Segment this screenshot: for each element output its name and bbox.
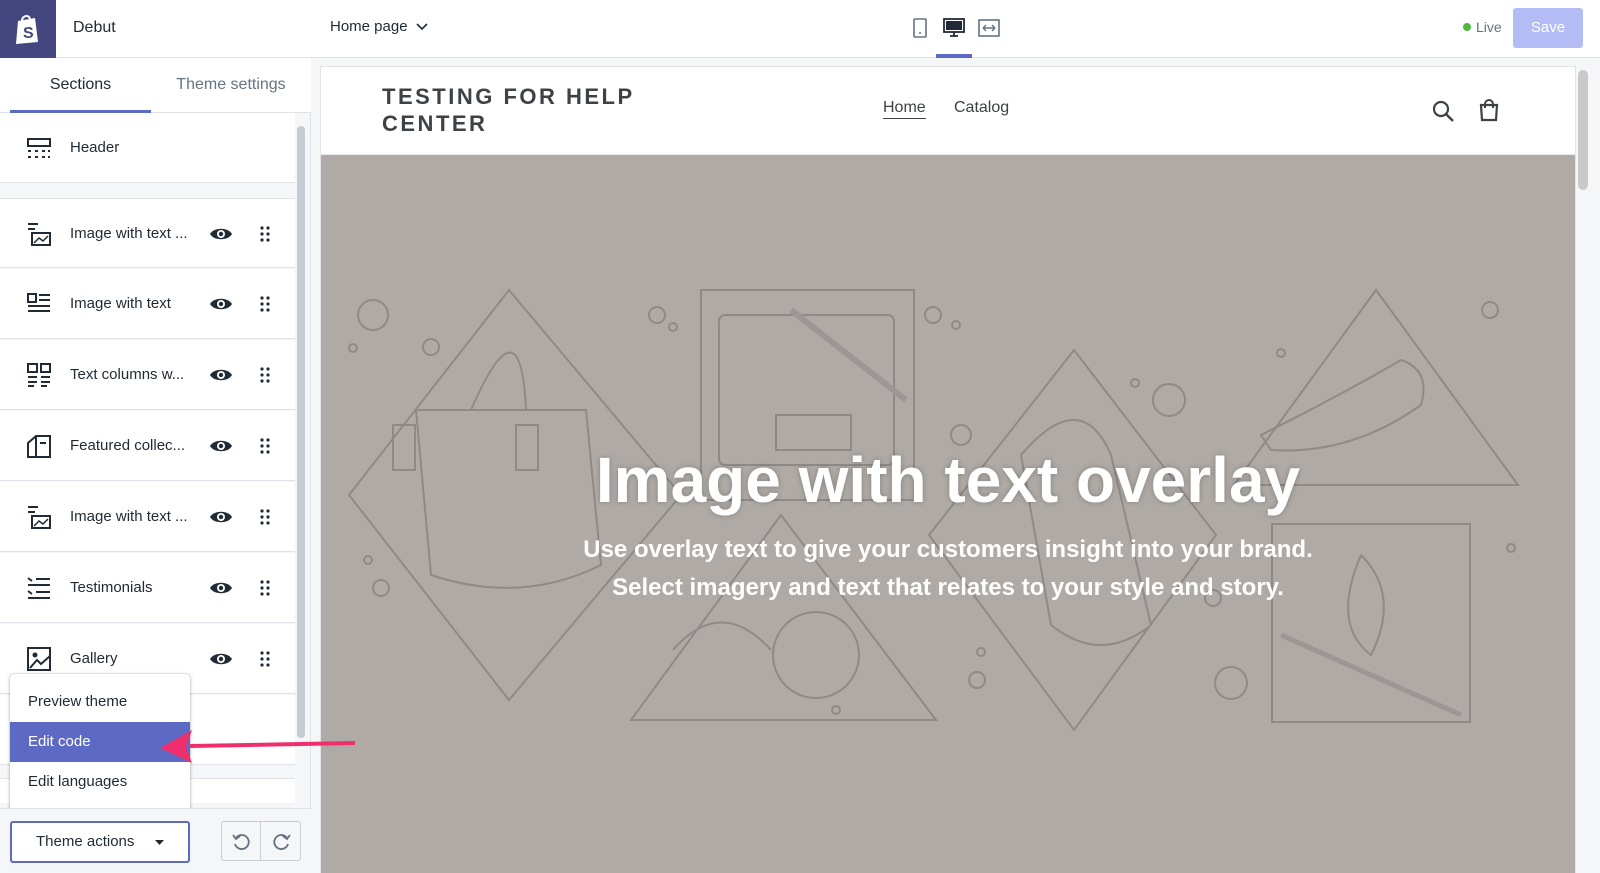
hero-subtitle: Use overlay text to give your customers … (321, 531, 1575, 607)
visibility-eye-icon[interactable] (209, 366, 233, 384)
image-with-text-icon (28, 506, 51, 529)
fullscreen-view-button[interactable] (977, 16, 1001, 40)
undo-button[interactable] (222, 822, 261, 860)
section-label: Image with text ... (70, 225, 188, 242)
section-item-text-columns[interactable]: Text columns w... (0, 340, 295, 410)
image-text-layout-icon (27, 293, 50, 312)
visibility-eye-icon[interactable] (209, 437, 233, 455)
caret-down-icon (155, 840, 164, 845)
section-label: Testimonials (70, 579, 153, 596)
section-label: Gallery (70, 650, 118, 667)
section-label: Image with text ... (70, 508, 188, 525)
hero-subtitle-line-2: Select imagery and text that relates to … (612, 574, 1284, 601)
drag-handle-icon[interactable] (259, 295, 271, 313)
store-preview: TESTING FOR HELP CENTER Home Catalog Ima… (321, 67, 1575, 873)
store-header: TESTING FOR HELP CENTER Home Catalog (321, 67, 1575, 155)
section-label: Header (70, 139, 120, 156)
desktop-view-button[interactable] (942, 16, 966, 40)
gallery-icon (27, 647, 51, 671)
hero-subtitle-line-1: Use overlay text to give your customers … (583, 536, 1313, 563)
drag-handle-icon[interactable] (259, 225, 271, 243)
section-item-header[interactable]: Header (0, 113, 295, 183)
nav-link-catalog[interactable]: Catalog (954, 99, 1009, 117)
drag-handle-icon[interactable] (259, 366, 271, 384)
testimonials-icon (27, 577, 50, 599)
live-dot-icon (1463, 23, 1471, 31)
redo-button[interactable] (262, 822, 301, 860)
section-item-image-with-text-overlay-2[interactable]: Image with text ... (0, 482, 295, 552)
sidebar: S Debut Sections Theme settings Header I… (0, 0, 311, 873)
text-columns-icon (27, 363, 51, 387)
svg-text:S: S (23, 25, 34, 42)
nav-link-home[interactable]: Home (883, 99, 926, 119)
drag-handle-icon[interactable] (259, 508, 271, 526)
sidebar-tabs: Sections Theme settings (0, 58, 311, 113)
active-device-indicator (936, 54, 972, 58)
live-status-label: Live (1476, 19, 1502, 35)
visibility-eye-icon[interactable] (209, 295, 233, 313)
drag-handle-icon[interactable] (259, 437, 271, 455)
hero-title: Image with text overlay (595, 444, 1301, 516)
search-icon[interactable] (1431, 99, 1455, 123)
live-status: Live (1463, 19, 1502, 35)
section-item-testimonials[interactable]: Testimonials (0, 553, 295, 623)
menu-item-edit-code[interactable]: Edit code (10, 722, 190, 762)
fullscreen-icon (978, 19, 1000, 37)
mobile-view-button[interactable] (908, 16, 932, 40)
store-title[interactable]: TESTING FOR HELP CENTER (382, 83, 682, 137)
menu-item-edit-languages[interactable]: Edit languages (10, 762, 190, 802)
page-selector-label: Home page (330, 18, 408, 35)
drag-handle-icon[interactable] (259, 650, 271, 668)
theme-editor: S Debut Sections Theme settings Header I… (0, 0, 1600, 873)
visibility-eye-icon[interactable] (209, 579, 233, 597)
editor-topbar: Home page Live Save (311, 0, 1600, 58)
brand-bar: S Debut (0, 0, 311, 58)
section-label: Featured collec... (70, 437, 186, 454)
visibility-eye-icon[interactable] (209, 225, 233, 243)
hero-image-with-text-overlay[interactable]: Image with text overlay Use overlay text… (321, 155, 1575, 873)
visibility-eye-icon[interactable] (209, 650, 233, 668)
section-label: Image with text (70, 295, 171, 312)
sidebar-scrollbar[interactable] (297, 126, 305, 738)
section-item-featured-collection[interactable]: Featured collec... (0, 411, 295, 481)
chevron-down-icon (415, 22, 428, 30)
section-item-image-with-text-overlay[interactable]: Image with text ... (0, 198, 295, 268)
theme-actions-menu: Preview theme Edit code Edit languages (10, 674, 190, 812)
featured-collection-icon (27, 435, 51, 458)
theme-actions-label: Theme actions (36, 833, 135, 850)
section-item-image-with-text[interactable]: Image with text (0, 269, 295, 339)
shopify-logo-icon[interactable]: S (0, 0, 56, 58)
drag-handle-icon[interactable] (259, 579, 271, 597)
visibility-eye-icon[interactable] (209, 508, 233, 526)
cart-icon[interactable] (1477, 98, 1501, 122)
undo-icon (232, 834, 250, 850)
theme-name: Debut (73, 19, 116, 36)
mobile-icon (913, 18, 927, 38)
section-label: Text columns w... (70, 366, 185, 383)
tab-theme-settings[interactable]: Theme settings (159, 58, 303, 113)
menu-item-preview-theme[interactable]: Preview theme (10, 682, 190, 722)
sidebar-footer: Theme actions (0, 808, 311, 873)
tab-sections[interactable]: Sections (10, 58, 151, 113)
page-selector[interactable]: Home page (330, 18, 428, 35)
undo-redo-group (221, 821, 301, 861)
theme-actions-button[interactable]: Theme actions (10, 821, 190, 863)
preview-scrollbar[interactable] (1578, 70, 1588, 190)
redo-icon (272, 834, 291, 850)
desktop-icon (943, 18, 965, 37)
header-section-icon (27, 138, 51, 158)
save-button[interactable]: Save (1513, 8, 1583, 48)
image-with-text-icon (28, 223, 51, 246)
